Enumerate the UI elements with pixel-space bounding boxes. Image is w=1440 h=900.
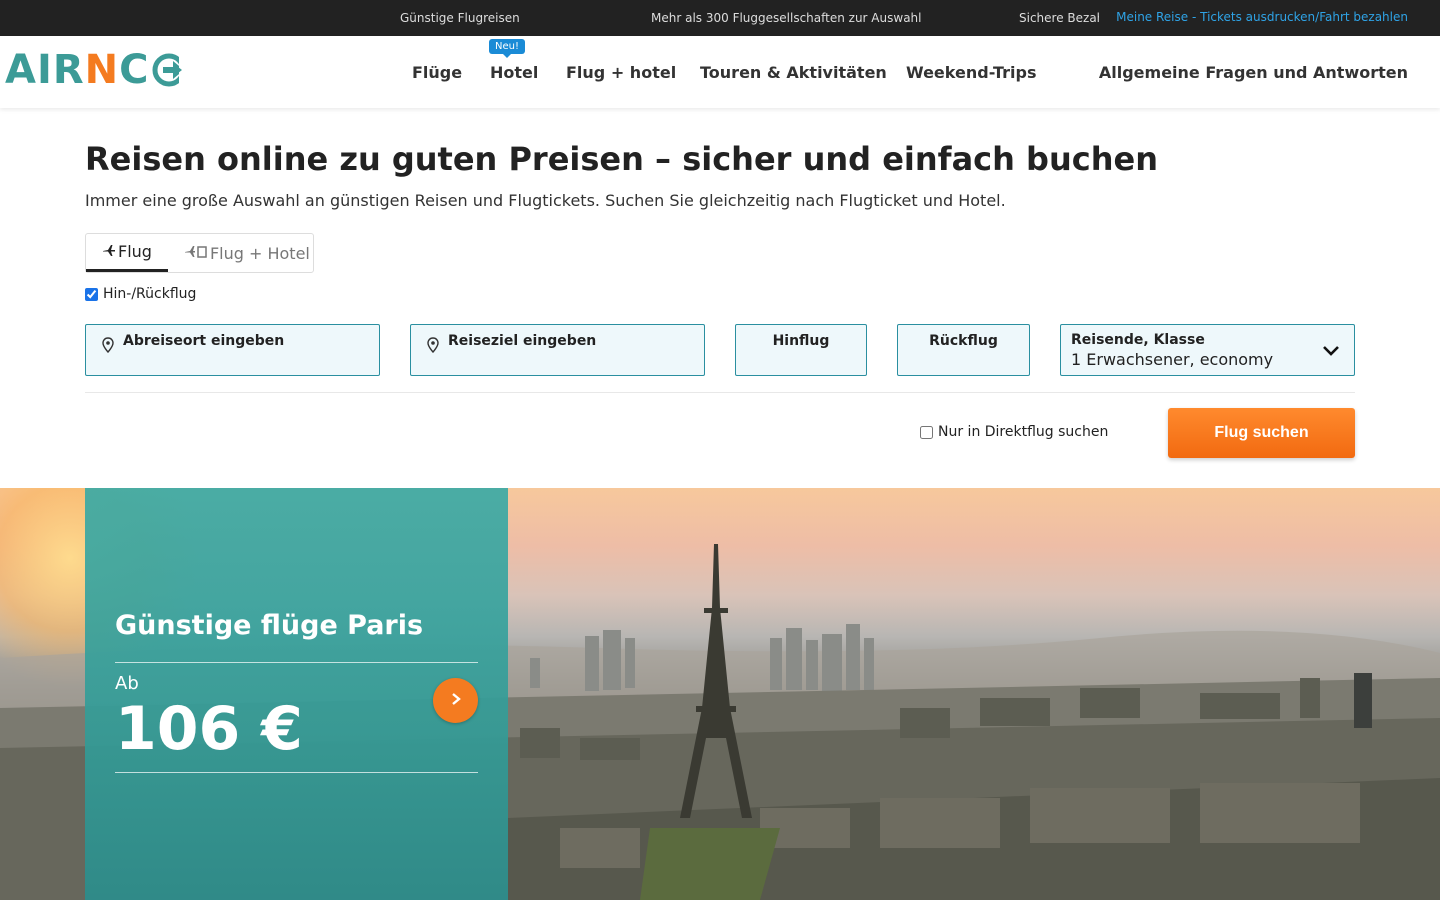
travellers-select[interactable]: Reisende, Klasse 1 Erwachsener, economy: [1060, 324, 1355, 376]
deal-from-label: Ab: [115, 673, 139, 694]
deal-divider-bottom: [115, 772, 478, 773]
tab-flight-label: Flug: [118, 242, 152, 261]
location-pin-icon: [427, 337, 439, 357]
logo-text-c: C: [119, 47, 150, 93]
deal-divider-top: [115, 662, 478, 663]
main-header: AIR N C Neu! Flüge Hotel Flug + hotel Tour…: [0, 36, 1440, 108]
usp-cheap-flights: Günstige Flugreisen: [400, 11, 520, 25]
destination-banner[interactable]: Günstige flüge Paris Ab 106 €: [0, 488, 1440, 900]
search-type-tabs: Flug Flug + Hotel: [85, 233, 314, 273]
round-trip-label: Hin-/Rückflug: [103, 286, 197, 302]
origin-label: Abreiseort eingeben: [123, 333, 285, 349]
nav-flights[interactable]: Flüge: [412, 63, 462, 82]
travellers-value: 1 Erwachsener, economy: [1071, 350, 1274, 369]
tab-flight[interactable]: Flug: [86, 234, 168, 272]
deal-destination: Günstige flüge Paris: [115, 610, 424, 641]
deal-go-button[interactable]: [433, 678, 478, 723]
hotel-new-badge: Neu!: [489, 39, 525, 58]
page-subtitle: Immer eine große Auswahl an günstigen Re…: [85, 191, 1006, 210]
arrow-right-icon: [449, 691, 463, 710]
location-pin-icon: [102, 337, 114, 357]
direct-flight-toggle[interactable]: Nur in Direktflug suchen: [920, 424, 1108, 440]
nav-hotel[interactable]: Hotel: [490, 63, 538, 82]
page-title: Reisen online zu guten Preisen – sicher …: [85, 140, 1158, 178]
nav-tours-activities[interactable]: Touren & Aktivitäten: [700, 63, 887, 82]
logo-text-n: N: [84, 47, 120, 93]
destination-label: Reiseziel eingeben: [448, 333, 597, 349]
depart-label: Hinflug: [772, 333, 830, 349]
my-trip-link[interactable]: Meine Reise - Tickets ausdrucken/Fahrt b…: [1100, 10, 1408, 24]
top-usp-bar: Günstige Flugreisen Mehr als 300 Flugges…: [0, 0, 1440, 36]
tab-flight-hotel-label: Flug + Hotel: [209, 243, 310, 263]
search-flights-button[interactable]: Flug suchen: [1168, 408, 1355, 458]
usp-airlines: Mehr als 300 Fluggesellschaften zur Ausw…: [651, 11, 922, 25]
search-divider: [85, 392, 1355, 393]
depart-date-field[interactable]: Hinflug: [735, 324, 867, 376]
plane-hotel-icon: [184, 244, 208, 262]
airnco-logo[interactable]: AIR N C: [5, 47, 188, 93]
return-date-field[interactable]: Rückflug: [897, 324, 1030, 376]
nav-flight-hotel[interactable]: Flug + hotel: [566, 63, 676, 82]
plane-icon: [102, 243, 116, 261]
direct-flight-checkbox[interactable]: [920, 425, 933, 439]
nav-faq[interactable]: Allgemeine Fragen und Antworten: [1099, 63, 1408, 82]
usp-secure-payment: Sichere Bezahlung: [1019, 11, 1099, 25]
logo-arrow-icon: [152, 53, 188, 87]
destination-field[interactable]: Reiseziel eingeben: [410, 324, 705, 376]
nav-weekend-trips[interactable]: Weekend-Trips: [906, 63, 1036, 82]
return-label: Rückflug: [929, 333, 998, 349]
round-trip-checkbox[interactable]: [85, 287, 98, 301]
logo-text-air: AIR: [5, 47, 85, 93]
origin-field[interactable]: Abreiseort eingeben: [85, 324, 380, 376]
deal-price: 106 €: [115, 694, 303, 764]
paris-deal-card[interactable]: Günstige flüge Paris Ab 106 €: [85, 488, 508, 900]
chevron-down-icon: [1322, 343, 1340, 362]
tab-flight-hotel[interactable]: Flug + Hotel: [168, 234, 326, 272]
round-trip-toggle[interactable]: Hin-/Rückflug: [85, 286, 196, 302]
travellers-label: Reisende, Klasse: [1071, 332, 1205, 348]
direct-flight-label: Nur in Direktflug suchen: [938, 424, 1109, 440]
